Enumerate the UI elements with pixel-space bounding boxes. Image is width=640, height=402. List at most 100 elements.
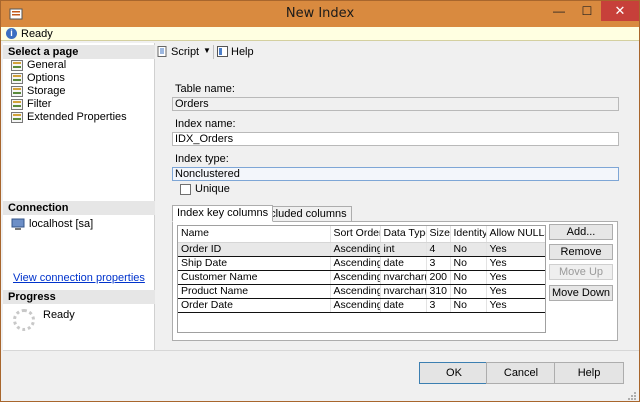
cell-data-type: date — [380, 298, 427, 313]
cell-allow-nulls: Yes — [486, 256, 545, 271]
cell-name: Ship Date — [178, 256, 331, 271]
wrench-page-icon — [11, 73, 23, 84]
cell-identity: No — [450, 242, 487, 257]
progress-text: Ready — [43, 309, 75, 321]
title-bar[interactable]: New Index — ☐ ✕ — [1, 1, 639, 27]
cell-data-type: nvarchar(10 — [380, 270, 427, 285]
wrench-page-icon — [11, 60, 23, 71]
page-item-storage[interactable]: Storage — [11, 85, 66, 98]
cell-identity: No — [450, 270, 487, 285]
cell-allow-nulls: Yes — [486, 242, 545, 257]
left-pane: Select a page General Options Storage Fi… — [3, 43, 155, 350]
table-row[interactable]: Ship Date Ascending date 3 No Yes — [178, 256, 545, 271]
close-button[interactable]: ✕ — [601, 1, 639, 21]
column-header[interactable]: Identity — [450, 226, 487, 243]
cell-identity: No — [450, 284, 487, 299]
footer-divider — [3, 350, 639, 351]
cell-data-type: nvarchar(15 — [380, 284, 427, 299]
grid-header-row: Name Sort Order Data Type Size Identity … — [178, 226, 545, 243]
table-row[interactable]: Order Date Ascending date 3 No Yes — [178, 298, 545, 313]
status-text: Ready — [21, 28, 53, 40]
column-header[interactable]: Allow NULLs — [486, 226, 545, 243]
progress-spinner-icon — [13, 309, 35, 331]
table-row[interactable]: Order ID Ascending int 4 No Yes — [178, 242, 545, 257]
cell-sort-order: Ascending — [330, 298, 381, 313]
cell-name: Order Date — [178, 298, 331, 313]
window-title: New Index — [285, 6, 355, 21]
remove-column-button[interactable]: Remove — [549, 244, 613, 260]
cell-allow-nulls: Yes — [486, 284, 545, 299]
index-type-select[interactable]: Nonclustered — [172, 167, 619, 181]
page-item-filter[interactable]: Filter — [11, 98, 51, 111]
cell-size: 200 — [426, 270, 451, 285]
index-columns-grid[interactable]: Name Sort Order Data Type Size Identity … — [177, 225, 546, 333]
cancel-button[interactable]: Cancel — [486, 362, 556, 384]
dialog-window: New Index — ☐ ✕ i Ready Select a page Ge… — [0, 0, 640, 402]
index-name-label: Index name: — [175, 118, 236, 130]
cell-size: 310 — [426, 284, 451, 299]
cell-sort-order: Ascending — [330, 270, 381, 285]
page-item-label: Options — [27, 72, 65, 84]
toolbar-separator — [213, 45, 214, 59]
table-name-field: Orders — [172, 97, 619, 111]
add-column-button[interactable]: Add... — [549, 224, 613, 240]
table-row[interactable]: Product Name Ascending nvarchar(15 310 N… — [178, 284, 545, 299]
column-header[interactable]: Size — [426, 226, 451, 243]
move-up-button[interactable]: Move Up — [549, 264, 613, 280]
help-toolbar-label: Help — [231, 46, 254, 58]
view-connection-properties-link[interactable]: View connection properties — [13, 272, 145, 284]
cell-identity: No — [450, 298, 487, 313]
script-label: Script — [171, 46, 200, 58]
minimize-button[interactable]: — — [545, 1, 573, 21]
connection-server-label: localhost [sa] — [29, 218, 94, 230]
server-icon — [11, 218, 25, 230]
move-down-button[interactable]: Move Down — [549, 285, 613, 301]
progress-header: Progress — [3, 290, 155, 304]
cell-sort-order: Ascending — [330, 256, 381, 271]
help-toolbar-button[interactable]: Help — [217, 45, 254, 59]
help-book-icon — [217, 46, 228, 57]
cell-size: 3 — [426, 256, 451, 271]
wrench-page-icon — [11, 99, 23, 110]
cell-sort-order: Ascending — [330, 242, 381, 257]
tab-index-key-columns[interactable]: Index key columns — [172, 205, 274, 222]
table-row[interactable]: Customer Name Ascending nvarchar(10 200 … — [178, 270, 545, 285]
cell-size: 3 — [426, 298, 451, 313]
cell-identity: No — [450, 256, 487, 271]
cell-allow-nulls: Yes — [486, 270, 545, 285]
unique-checkbox[interactable] — [180, 184, 191, 195]
cell-name: Product Name — [178, 284, 331, 299]
column-header[interactable]: Data Type — [380, 226, 427, 243]
maximize-button[interactable]: ☐ — [573, 1, 601, 21]
column-header[interactable]: Name — [178, 226, 331, 243]
page-item-label: Filter — [27, 98, 52, 110]
page-item-label: Extended Properties — [27, 111, 127, 123]
help-button[interactable]: Help — [554, 362, 624, 384]
index-type-label: Index type: — [175, 153, 229, 165]
resize-grip-icon[interactable] — [627, 391, 637, 401]
cell-data-type: int — [380, 242, 427, 257]
cell-data-type: date — [380, 256, 427, 271]
page-item-general[interactable]: General — [11, 59, 66, 72]
select-page-header: Select a page — [3, 45, 155, 59]
page-item-extended-properties[interactable]: Extended Properties — [11, 111, 127, 124]
table-name-label: Table name: — [175, 83, 235, 95]
script-button[interactable]: Script — [157, 45, 199, 59]
connection-server: localhost [sa] — [11, 218, 93, 231]
connection-header: Connection — [3, 201, 155, 215]
cell-sort-order: Ascending — [330, 284, 381, 299]
unique-label: Unique — [195, 183, 230, 195]
cell-name: Order ID — [178, 242, 331, 257]
page-item-label: General — [27, 59, 67, 71]
index-name-input[interactable]: IDX_Orders — [172, 132, 619, 146]
page-item-options[interactable]: Options — [11, 72, 65, 85]
status-strip: i Ready — [1, 27, 639, 41]
wrench-page-icon — [11, 86, 23, 97]
ok-button[interactable]: OK — [419, 362, 489, 384]
wrench-page-icon — [11, 112, 23, 123]
column-header[interactable]: Sort Order — [330, 226, 381, 243]
script-icon — [157, 46, 167, 57]
cell-name: Customer Name — [178, 270, 331, 285]
cell-allow-nulls: Yes — [486, 298, 545, 313]
chevron-down-icon[interactable]: ▼ — [203, 46, 211, 55]
